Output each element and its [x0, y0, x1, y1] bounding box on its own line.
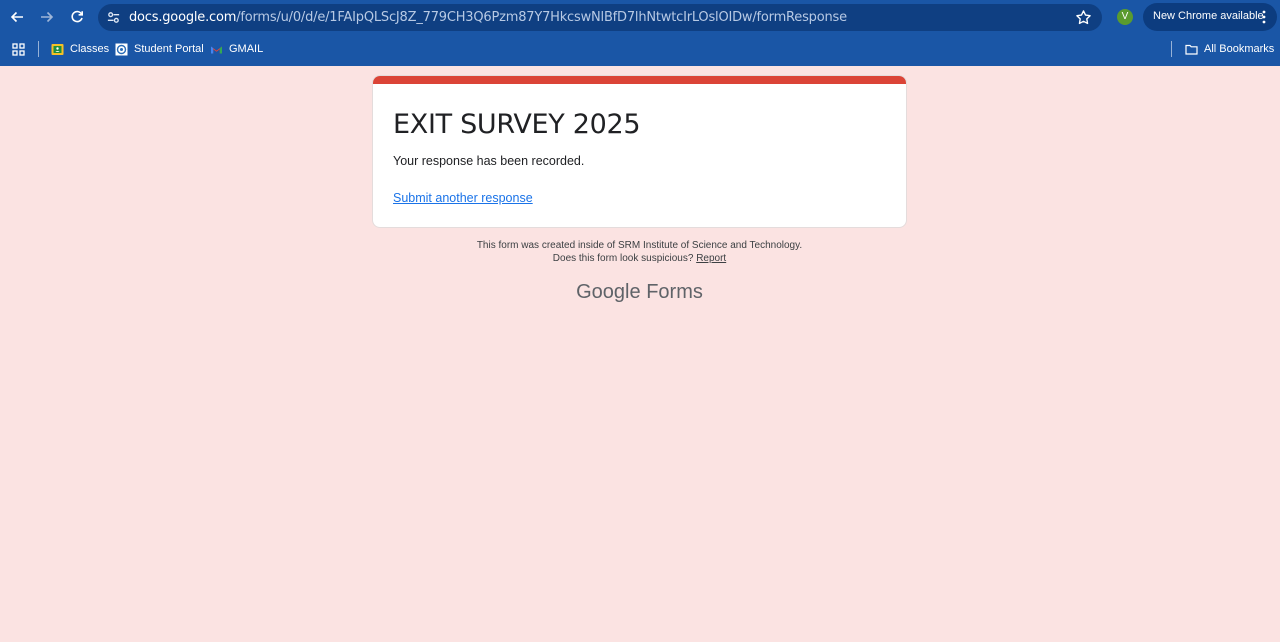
url-host: docs.google.com: [129, 10, 237, 25]
google-wordmark: Google: [576, 281, 641, 303]
update-label: New Chrome available: [1153, 10, 1264, 22]
suspicious-text: Does this form look suspicious?: [552, 252, 694, 264]
google-forms-logo[interactable]: Google Forms: [372, 281, 907, 304]
all-bookmarks-label: All Bookmarks: [1204, 43, 1275, 55]
confirmation-message: Your response has been recorded.: [393, 154, 585, 168]
browser-chrome: docs.google.com/forms/u/0/d/e/1FAIpQLScJ…: [0, 0, 1280, 66]
form-response-card: EXIT SURVEY 2025 Your response has been …: [372, 75, 907, 228]
address-bar[interactable]: docs.google.com/forms/u/0/d/e/1FAIpQLScJ…: [98, 4, 1102, 31]
form-footer: This form was created inside of SRM Inst…: [372, 240, 907, 265]
form-accent-bar: [373, 76, 906, 84]
url-text[interactable]: docs.google.com/forms/u/0/d/e/1FAIpQLScJ…: [129, 9, 847, 26]
reload-button[interactable]: [65, 5, 89, 29]
student-portal-icon: [115, 43, 128, 55]
bookmarks-bar: Classes Student Portal GMAIL All Bookmar…: [0, 34, 1280, 64]
bookmark-classes[interactable]: Classes: [51, 41, 109, 57]
bookmark-label: Student Portal: [134, 43, 204, 55]
arrow-right-icon: [41, 11, 54, 23]
all-bookmarks-button[interactable]: All Bookmarks: [1185, 41, 1274, 57]
created-inside-text: This form was created inside of SRM Inst…: [476, 240, 803, 251]
reload-icon: [71, 10, 83, 23]
apps-button[interactable]: [12, 41, 31, 57]
gmail-icon: [211, 46, 222, 53]
bookmarks-divider: [1171, 41, 1172, 57]
forms-wordmark: Forms: [646, 281, 703, 303]
suspicious-line: Does this form look suspicious? Report: [372, 253, 907, 266]
bookmark-student-portal[interactable]: Student Portal: [115, 41, 204, 57]
profile-avatar[interactable]: V: [1117, 9, 1133, 25]
forward-button[interactable]: [35, 5, 59, 29]
back-button[interactable]: [5, 5, 29, 29]
google-classroom-icon: [51, 43, 64, 55]
submit-another-response-link[interactable]: Submit another response: [393, 191, 533, 205]
apps-grid-icon: [12, 42, 25, 56]
bookmarks-divider: [38, 41, 39, 57]
report-link[interactable]: Report: [696, 253, 726, 264]
folder-icon: [1185, 44, 1198, 55]
arrow-left-icon: [10, 11, 23, 23]
kebab-menu-icon: [1262, 10, 1266, 24]
bookmark-label: GMAIL: [229, 43, 264, 55]
browser-toolbar: docs.google.com/forms/u/0/d/e/1FAIpQLScJ…: [0, 0, 1280, 34]
bookmark-star-icon[interactable]: [1075, 9, 1092, 26]
form-title: EXIT SURVEY 2025: [393, 109, 641, 140]
site-info-icon[interactable]: [106, 10, 121, 25]
new-chrome-available-button[interactable]: New Chrome available: [1143, 3, 1277, 31]
bookmark-gmail[interactable]: GMAIL: [210, 41, 263, 57]
bookmark-label: Classes: [70, 43, 110, 55]
url-path: /forms/u/0/d/e/1FAIpQLScJ8Z_779CH3Q6Pzm8…: [236, 10, 847, 25]
